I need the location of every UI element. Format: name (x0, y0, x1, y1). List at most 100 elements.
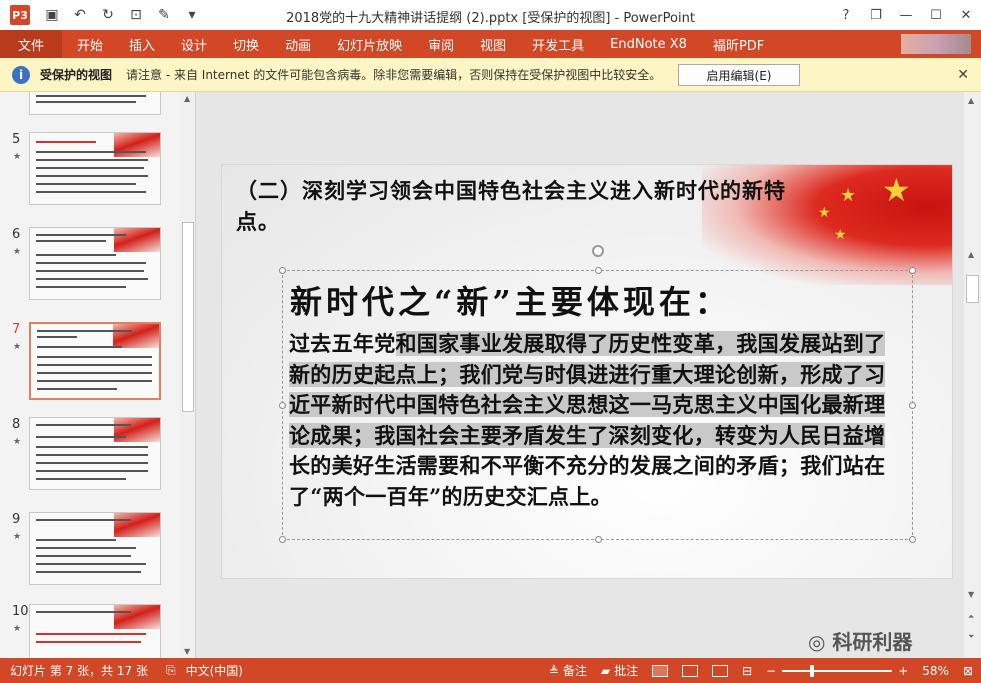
comments-button[interactable]: ▰ 批注 (601, 662, 638, 679)
zoom-out-icon[interactable]: − (766, 664, 776, 678)
save-icon[interactable]: ▣ (44, 7, 60, 23)
slide-counter: 幻灯片 第 7 张，共 17 张 (10, 664, 148, 678)
thumbnail-number: 6 (12, 227, 21, 242)
shield-icon: i (12, 65, 30, 84)
star-icon: ★ (834, 227, 847, 243)
thumbnail-number: 7 (12, 322, 21, 337)
animation-star-icon: ★ (13, 342, 22, 352)
animation-star-icon: ★ (13, 532, 22, 542)
protected-view-message: 请注意 - 来自 Internet 的文件可能包含病毒。除非您需要编辑，否则保持… (126, 68, 662, 82)
thumbnail-row-8[interactable]: 8 ★ (0, 417, 180, 505)
scroll-down-icon[interactable]: ▼ (184, 647, 190, 656)
tab-endnote[interactable]: EndNote X8 (597, 37, 700, 52)
scroll-up-icon[interactable]: ▲ (968, 250, 974, 259)
tab-animations[interactable]: 动画 (272, 35, 324, 54)
close-button[interactable]: ✕ (951, 0, 981, 30)
notes-button[interactable]: ≜ 备注 (549, 662, 587, 679)
slide-sorter-icon[interactable] (682, 664, 699, 677)
current-slide[interactable]: ★ ★ ★ ★ （二）深刻学习领会中国特色社会主义进入新时代的新特点。 新时代之… (221, 164, 953, 579)
powerpoint-app-icon: P3 (10, 5, 30, 25)
redo-icon[interactable]: ↻ (100, 7, 116, 23)
star-icon: ★ (882, 171, 911, 209)
tab-transitions[interactable]: 切换 (220, 35, 272, 54)
tab-insert[interactable]: 插入 (116, 35, 168, 54)
slide-thumbnail-active[interactable] (29, 322, 161, 400)
minimize-button[interactable]: — (891, 0, 921, 30)
thumbnail-partial[interactable] (29, 92, 161, 115)
fit-to-window-icon[interactable]: ⊠ (963, 664, 973, 678)
next-slide-icon[interactable]: ⏷ (968, 632, 974, 642)
slide-thumbnail[interactable] (29, 417, 161, 490)
slide-thumbnail[interactable] (29, 132, 161, 205)
tab-review[interactable]: 审阅 (415, 35, 467, 54)
pen-icon[interactable]: ✎ (156, 7, 172, 23)
tab-foxit-pdf[interactable]: 福昕PDF (700, 35, 777, 54)
previous-slide-icon[interactable]: ⏶ (968, 612, 974, 622)
zoom-in-icon[interactable]: + (898, 664, 908, 678)
present-icon[interactable]: ⊡ (128, 7, 144, 23)
slide-title[interactable]: （二）深刻学习领会中国特色社会主义进入新时代的新特点。 (236, 175, 796, 237)
animation-star-icon: ★ (13, 247, 22, 257)
thumbnail-number: 9 (12, 512, 21, 527)
editor-scrollbar[interactable]: ▲ ▲ ▼ ⏶ ⏷ (964, 92, 981, 658)
spellcheck-icon[interactable]: ⎘ (166, 663, 176, 678)
thumbnail-scrollbar[interactable]: ▲ ▼ (180, 92, 195, 658)
notes-icon: ≜ (548, 663, 559, 678)
protected-view-bar: i 受保护的视图 请注意 - 来自 Internet 的文件可能包含病毒。除非您… (0, 58, 981, 92)
comment-icon: ▰ (600, 663, 611, 678)
protected-view-title: 受保护的视图 (40, 68, 113, 82)
star-icon: ★ (840, 185, 857, 206)
tab-slideshow[interactable]: 幻灯片放映 (324, 35, 415, 54)
thumbnail-row-5[interactable]: 5 ★ (0, 132, 180, 220)
animation-star-icon: ★ (13, 624, 22, 634)
status-bar: 幻灯片 第 7 张，共 17 张 ⎘ 中文(中国) ≜ 备注 ▰ 批注 ⊟ − + … (0, 658, 981, 683)
ribbon-tabs: 文件 开始 插入 设计 切换 动画 幻灯片放映 审阅 视图 开发工具 EndNo… (0, 30, 981, 58)
scroll-up-icon[interactable]: ▲ (968, 96, 974, 105)
animation-star-icon: ★ (13, 437, 22, 447)
slide-thumbnail[interactable] (29, 227, 161, 300)
slide-thumbnails-pane: 5 ★ 6 ★ 7 ★ 8 ★ 9 ★ 10 ★ ▲ ▼ (0, 92, 196, 658)
thumbnail-number: 5 (12, 132, 21, 147)
quick-access-toolbar: ▣ ↶ ↻ ⊡ ✎ ▾ (44, 7, 200, 23)
body-text: 过去五年党 (289, 331, 396, 356)
zoom-level[interactable]: 58% (922, 664, 949, 678)
text-box-body: 过去五年党和国家事业发展取得了历史性变革，我国发展站到了新的历史起点上；我们党与… (289, 329, 901, 512)
tab-home[interactable]: 开始 (64, 35, 116, 54)
tab-developer[interactable]: 开发工具 (519, 35, 597, 54)
account-avatar[interactable] (901, 34, 971, 54)
scroll-up-icon[interactable]: ▲ (184, 94, 190, 103)
tab-view[interactable]: 视图 (467, 35, 519, 54)
zoom-slider-thumb[interactable] (810, 664, 815, 677)
watermark: ◎ 科研利器 (808, 630, 913, 654)
slideshow-icon[interactable]: ⊟ (742, 664, 752, 678)
body-text: 长的美好生活需要和不平衡不充分的发展之间的矛盾；我们站在了“两个一百年”的历史交… (289, 453, 886, 509)
maximize-button[interactable]: ☐ (921, 0, 951, 30)
slide-thumbnail[interactable] (29, 604, 161, 658)
undo-icon[interactable]: ↶ (72, 7, 88, 23)
help-icon[interactable]: ? (831, 0, 861, 30)
enable-editing-button[interactable]: 启用编辑(E) (678, 64, 800, 86)
reading-view-icon[interactable] (712, 664, 729, 677)
scroll-down-icon[interactable]: ▼ (968, 590, 974, 599)
customize-icon[interactable]: ▾ (184, 7, 200, 23)
scroll-thumb[interactable] (182, 222, 194, 412)
text-box-heading: 新时代之“新”主要体现在： (290, 283, 731, 321)
thumbnail-number: 10 (12, 604, 29, 619)
thumbnail-row-7[interactable]: 7 ★ (0, 322, 180, 410)
normal-view-icon[interactable] (652, 664, 669, 677)
thumbnail-row-6[interactable]: 6 ★ (0, 227, 180, 315)
zoom-slider[interactable] (782, 664, 893, 677)
thumbnail-row-10[interactable]: 10 ★ (0, 604, 180, 658)
thumbnail-number: 8 (12, 417, 21, 432)
star-icon: ★ (818, 205, 831, 221)
ribbon-display-icon[interactable]: ❐ (861, 0, 891, 30)
title-bar: P3 ▣ ↶ ↻ ⊡ ✎ ▾ 2018党的十九大精神讲话提纲 (2).pptx … (0, 0, 981, 30)
close-icon[interactable]: ✕ (957, 67, 969, 83)
thumbnail-row-9[interactable]: 9 ★ (0, 512, 180, 600)
rotate-handle[interactable] (592, 245, 604, 257)
scroll-thumb[interactable] (966, 275, 979, 303)
tab-file[interactable]: 文件 (0, 30, 62, 58)
slide-thumbnail[interactable] (29, 512, 161, 585)
language-indicator[interactable]: 中文(中国) (186, 662, 243, 679)
tab-design[interactable]: 设计 (168, 35, 220, 54)
